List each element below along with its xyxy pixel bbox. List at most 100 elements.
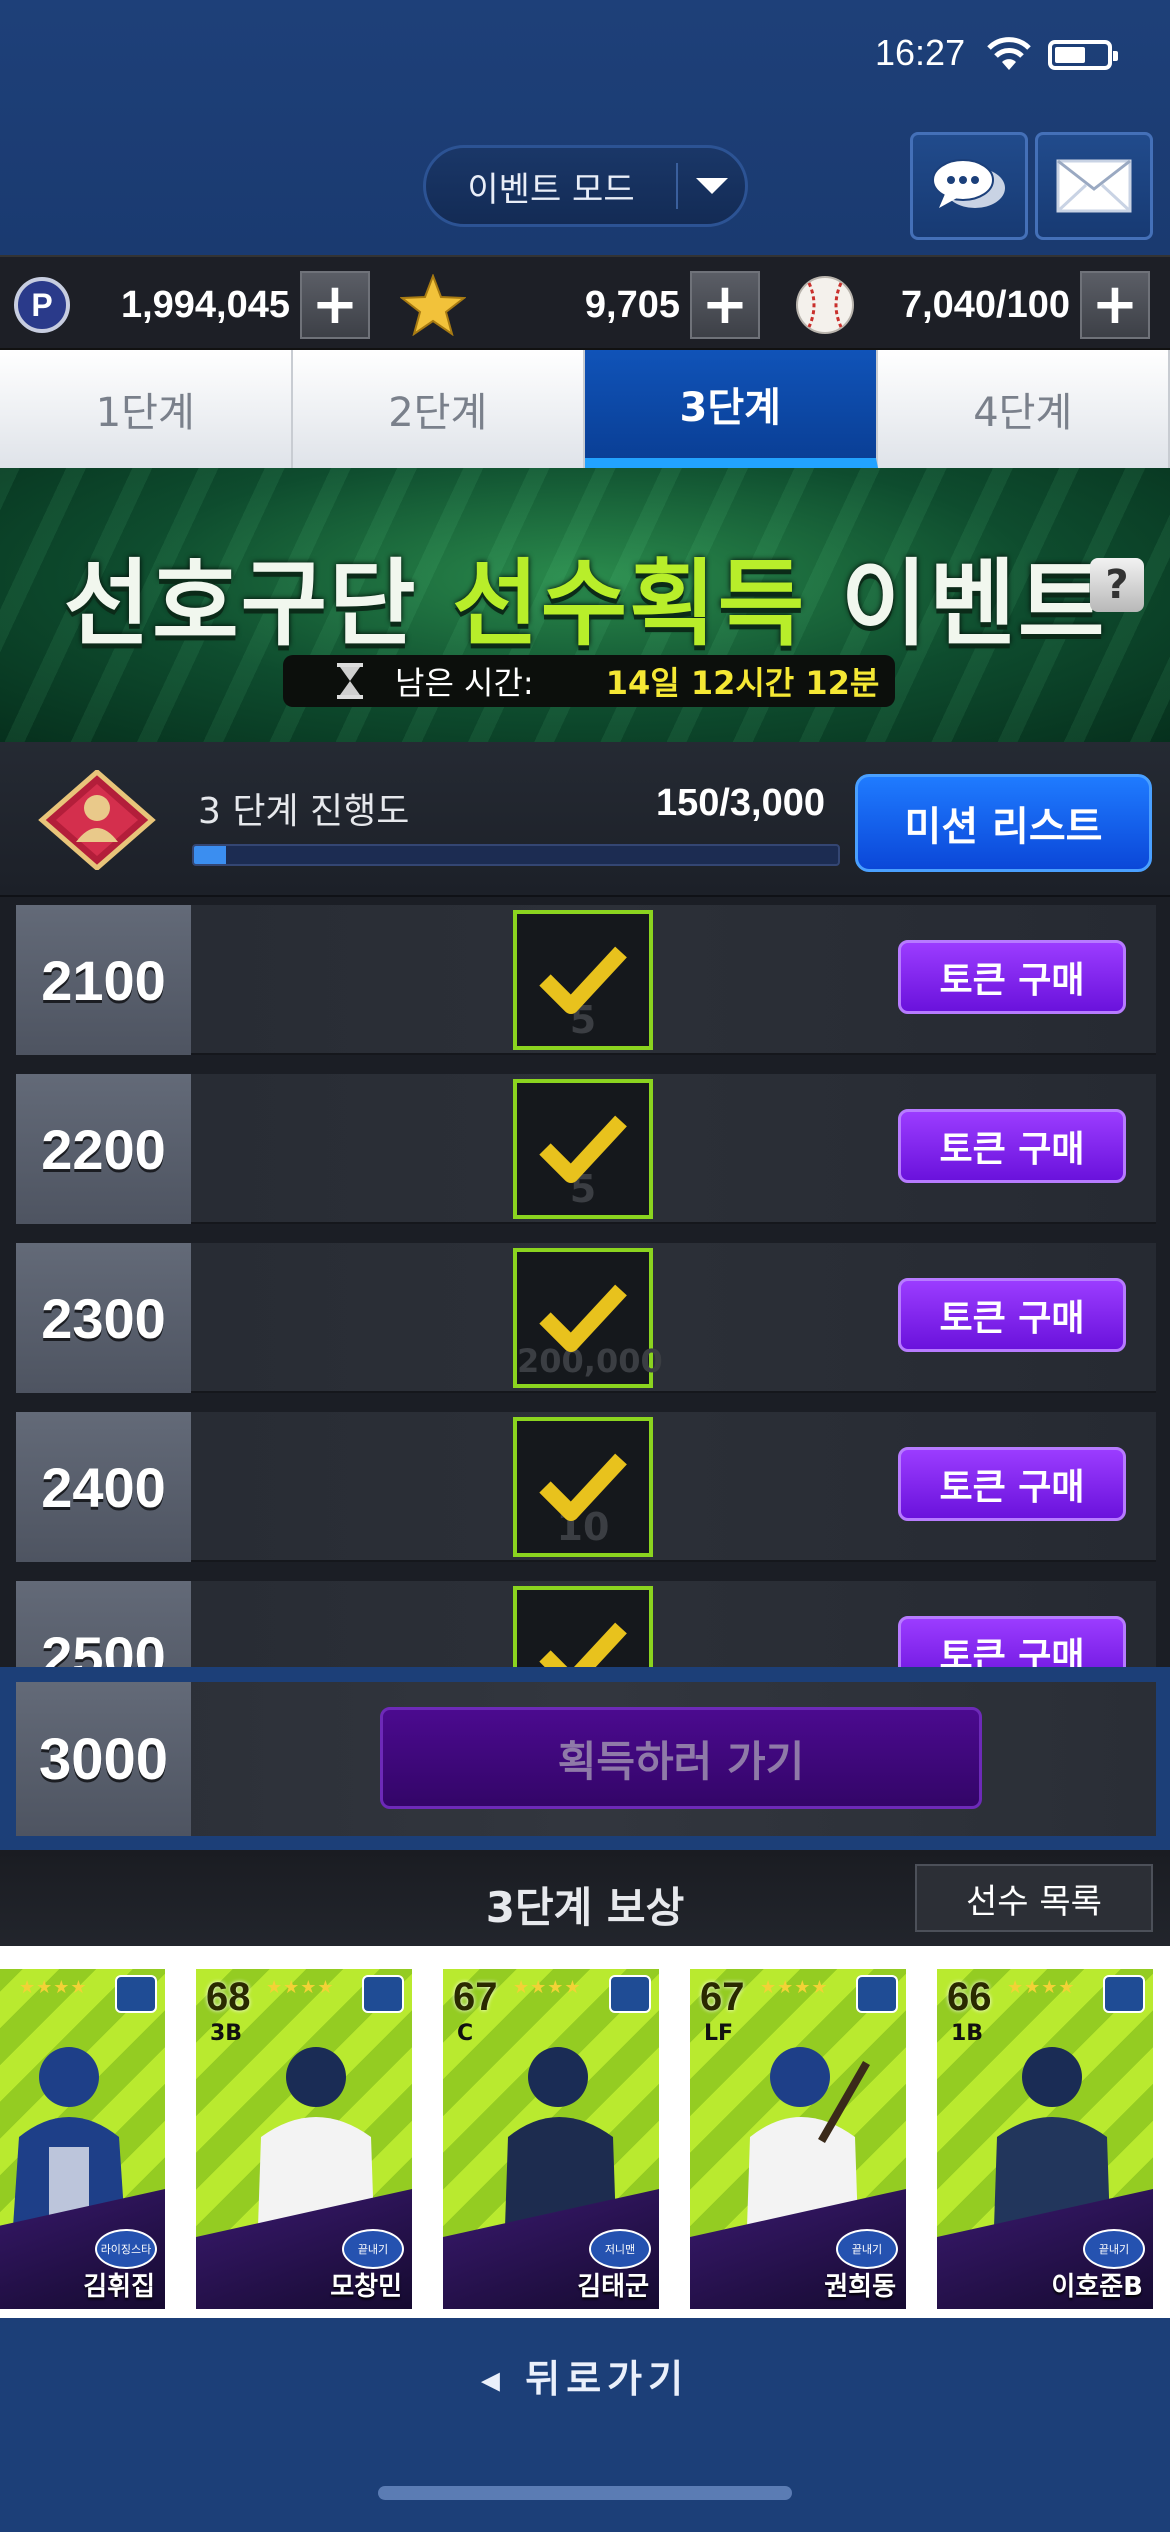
buy-token-button[interactable]: 토큰 구매 — [898, 1109, 1126, 1183]
card-ovr: 67 — [700, 1975, 745, 2019]
mission-list-button[interactable]: 미션 리스트 — [855, 774, 1152, 872]
help-icon[interactable]: ? — [1090, 558, 1144, 612]
add-points-button[interactable]: + — [300, 271, 370, 339]
svg-text:P: P — [31, 287, 52, 323]
card-stars: ★★★★ — [266, 1977, 335, 1998]
card-skill-badge: 저니맨 — [589, 2229, 651, 2269]
reward-row: 2400 10 토큰 구매 — [16, 1412, 1156, 1562]
wifi-icon — [987, 37, 1031, 70]
card-position: 1B — [951, 2021, 984, 2046]
mode-label: 이벤트 모드 — [467, 169, 635, 210]
check-icon — [539, 1622, 627, 1667]
reward-item[interactable]: 5 — [513, 910, 653, 1050]
add-balls-button[interactable]: + — [1080, 271, 1150, 339]
reward-row: 2200 5 토큰 구매 — [16, 1074, 1156, 1224]
player-card[interactable]: 66 1B ★★★★ 끝내기 이호준B — [934, 1966, 1156, 2312]
time-value: 14일 12시간 12분 — [605, 664, 880, 702]
tab-stage-1[interactable]: 1단계 — [0, 350, 293, 468]
card-skill-badge: 끝내기 — [1083, 2229, 1145, 2269]
chat-button[interactable] — [910, 132, 1028, 240]
player-card[interactable]: 67 LF ★★★★ 끝내기 권희동 — [687, 1966, 909, 2312]
buy-token-button[interactable]: 토큰 구매 — [898, 1616, 1126, 1667]
reward-row: 2100 5 토큰 구매 — [16, 905, 1156, 1055]
progress-bar — [192, 844, 840, 866]
row-level: 2400 — [16, 1412, 191, 1562]
buy-token-button[interactable]: 토큰 구매 — [898, 940, 1126, 1014]
balls-value: 7,040/100 — [900, 284, 1070, 326]
check-icon — [539, 1115, 627, 1183]
buy-token-button[interactable]: 토큰 구매 — [898, 1447, 1126, 1521]
baseball-icon — [796, 276, 854, 334]
player-card-carousel[interactable]: ★★★★ 라이징스타 김휘집 68 3B ★★★★ 끝내기 모창민 67 C ★… — [0, 1946, 1170, 2318]
tab-stage-3[interactable]: 3단계 — [585, 350, 878, 468]
card-player-name: 김휘집 — [83, 2272, 155, 2302]
tab-stage-4[interactable]: 4단계 — [877, 350, 1170, 468]
row-level: 2100 — [16, 905, 191, 1055]
reward-item[interactable]: 10 — [513, 1417, 653, 1557]
card-player-name: 권희동 — [824, 2272, 896, 2302]
reward-item[interactable] — [513, 1586, 653, 1667]
reward-header: 3단계 보상 선수 목록 — [0, 1850, 1170, 1946]
check-icon — [539, 1453, 627, 1521]
mail-button[interactable] — [1035, 132, 1153, 240]
back-label: 뒤로가기 — [525, 2357, 690, 2401]
row-level: 2500 — [16, 1581, 191, 1667]
back-arrow-icon: ◂ — [480, 2357, 526, 2401]
back-button[interactable]: ◂ 뒤로가기 — [0, 2348, 1170, 2403]
card-skill-badge: 라이징스타 — [95, 2229, 157, 2269]
home-indicator[interactable] — [378, 2486, 792, 2500]
banner-title-part2: 선수획득 — [452, 550, 807, 659]
check-icon — [539, 1284, 627, 1352]
card-player-name: 모창민 — [330, 2272, 402, 2302]
reward-row: 2500 토큰 구매 — [16, 1581, 1156, 1667]
player-card[interactable]: 68 3B ★★★★ 끝내기 모창민 — [193, 1966, 415, 2312]
stage-progress: 3 단계 진행도 150/3,000 미션 리스트 — [0, 742, 1170, 897]
chat-bubble-icon — [932, 159, 1005, 208]
battery-icon — [1048, 40, 1118, 70]
reward-list[interactable]: 2100 5 토큰 구매 2200 5 토큰 구매 2300 200,000 토… — [0, 897, 1170, 1667]
progress-fill — [194, 846, 227, 864]
p-point-icon: P — [14, 277, 70, 333]
card-ovr: 67 — [453, 1975, 498, 2019]
stars-value: 9,705 — [584, 284, 680, 326]
player-list-button[interactable]: 선수 목록 — [915, 1864, 1153, 1932]
final-reward-row: 3000 획득하러 가기 — [16, 1682, 1156, 1836]
card-player-name: 김태군 — [577, 2272, 649, 2302]
card-ovr: 66 — [947, 1975, 992, 2019]
card-stars: ★★★★ — [19, 1977, 88, 1998]
top-header: 16:27 이벤트 모드 — [0, 0, 1170, 255]
reward-item[interactable]: 5 — [513, 1079, 653, 1219]
banner-title-part1: 선호구단 — [63, 550, 418, 659]
card-skill-badge: 끝내기 — [342, 2229, 404, 2269]
buy-token-button[interactable]: 토큰 구매 — [898, 1278, 1126, 1352]
team-logo-icon — [362, 1975, 404, 2013]
banner-title: 선호구단 선수획득 이벤트 — [0, 528, 1170, 664]
mode-dropdown[interactable]: 이벤트 모드 — [423, 145, 748, 227]
go-acquire-button[interactable]: 획득하러 가기 — [380, 1707, 982, 1809]
tab-stage-2[interactable]: 2단계 — [292, 350, 585, 468]
rank-badge-icon — [38, 770, 156, 870]
team-logo-icon — [115, 1975, 157, 2013]
card-stars: ★★★★ — [1007, 1977, 1076, 1998]
mail-icon — [1056, 159, 1132, 213]
stage-tabs: 1단계 2단계 3단계 4단계 — [0, 350, 1170, 468]
points-value: 1,994,045 — [120, 284, 290, 326]
card-ovr: 68 — [206, 1975, 251, 2019]
reward-item[interactable]: 200,000 — [513, 1248, 663, 1388]
player-card[interactable]: 67 C ★★★★ 저니맨 김태군 — [440, 1966, 662, 2312]
team-logo-icon — [856, 1975, 898, 2013]
star-icon — [400, 274, 466, 336]
add-stars-button[interactable]: + — [690, 271, 760, 339]
card-position: C — [457, 2021, 474, 2046]
team-logo-icon — [609, 1975, 651, 2013]
hourglass-icon — [337, 663, 363, 699]
remaining-time-box: 남은 시간: 14일 12시간 12분 — [283, 655, 895, 707]
card-position: 3B — [210, 2021, 243, 2046]
currency-bar: P 1,994,045 + 9,705 + 7,040/100 + — [0, 255, 1170, 350]
progress-value: 150/3,000 — [655, 782, 825, 824]
player-card[interactable]: ★★★★ 라이징스타 김휘집 — [0, 1966, 168, 2312]
card-position: LF — [704, 2021, 734, 2046]
chevron-down-icon — [678, 178, 745, 194]
status-time: 16:27 — [875, 32, 966, 73]
team-logo-icon — [1103, 1975, 1145, 2013]
